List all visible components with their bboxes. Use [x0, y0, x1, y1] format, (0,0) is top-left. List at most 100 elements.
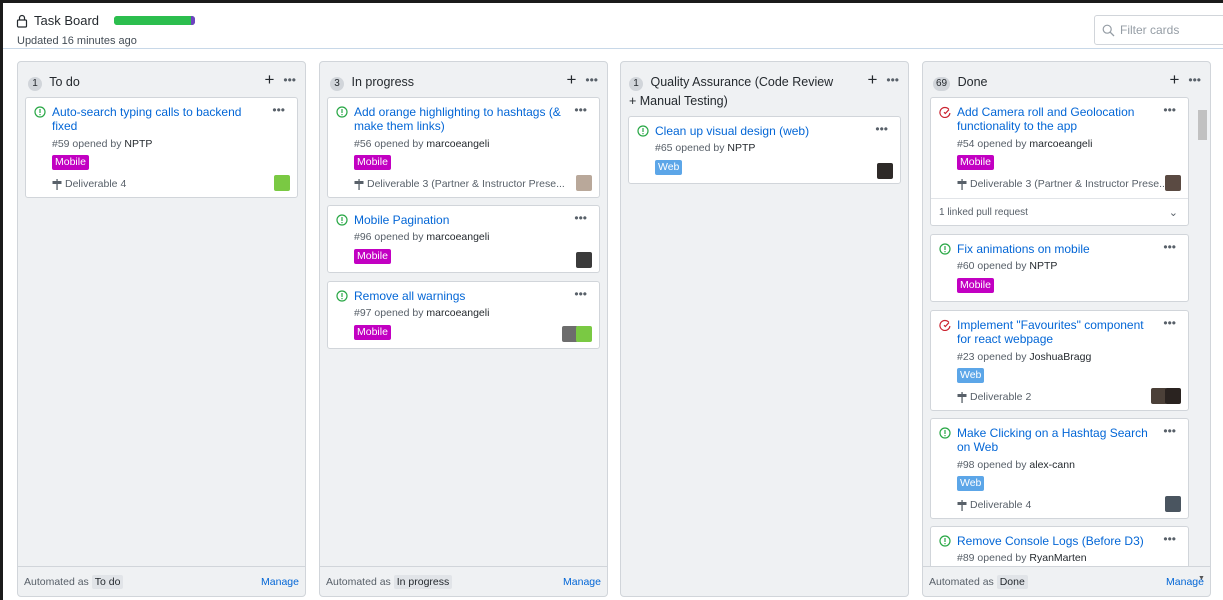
author[interactable]: marcoeangeli	[1029, 138, 1092, 150]
card-title[interactable]: Remove Console Logs (Before D3)	[957, 534, 1156, 548]
author[interactable]: NPTP	[1029, 260, 1057, 272]
issue-card[interactable]: Remove Console Logs (Before D3) ••• #89 …	[930, 526, 1189, 566]
progress-in-progress-fill	[191, 16, 196, 25]
board-title[interactable]: Task Board	[34, 13, 99, 28]
manage-automation-link[interactable]: Manage	[563, 576, 601, 588]
author[interactable]: JoshuaBragg	[1029, 351, 1091, 363]
label-web[interactable]: Web	[957, 476, 985, 491]
author[interactable]: marcoeangeli	[426, 231, 489, 243]
label-web[interactable]: Web	[655, 160, 683, 175]
card-menu-icon[interactable]: •••	[1163, 424, 1176, 438]
column-count: 3	[330, 77, 344, 91]
author[interactable]: alex-cann	[1029, 459, 1075, 471]
updated-timestamp: Updated 16 minutes ago	[17, 35, 137, 47]
manage-automation-link[interactable]: Manage	[261, 576, 299, 588]
card-title[interactable]: Remove all warnings	[354, 289, 567, 303]
card-menu-icon[interactable]: •••	[875, 122, 888, 136]
issue-open-icon	[336, 106, 348, 118]
issue-card[interactable]: Clean up visual design (web) ••• #65 ope…	[628, 116, 901, 184]
card-menu-icon[interactable]: •••	[574, 103, 587, 117]
scrollbar-thumb[interactable]	[1198, 110, 1207, 140]
milestone[interactable]: Deliverable 3 (Partner & Instructor Pres…	[354, 178, 565, 190]
card-menu-icon[interactable]: •••	[1163, 316, 1176, 330]
avatar[interactable]	[1165, 175, 1181, 191]
author[interactable]: NPTP	[727, 142, 755, 154]
automation-tag: To do	[91, 574, 124, 589]
card-title[interactable]: Add orange highlighting to hashtags (& m…	[354, 105, 567, 133]
card-menu-icon[interactable]: •••	[272, 103, 285, 117]
label-mobile[interactable]: Mobile	[957, 278, 994, 293]
issue-card[interactable]: Add orange highlighting to hashtags (& m…	[327, 97, 600, 198]
avatar[interactable]	[1165, 496, 1181, 512]
avatar[interactable]	[576, 326, 592, 342]
label-mobile[interactable]: Mobile	[957, 155, 994, 170]
label-mobile[interactable]: Mobile	[354, 155, 391, 170]
card-title[interactable]: Add Camera roll and Geolocation function…	[957, 105, 1156, 133]
card-meta: #98 opened by alex-cann	[957, 459, 1075, 471]
column-name: In progress	[351, 75, 415, 89]
column-title: 1 Quality Assurance (Code Review + Manua…	[629, 73, 898, 111]
milestone[interactable]: Deliverable 4	[957, 499, 1031, 511]
milestone-name: Deliverable 4	[65, 178, 127, 190]
author[interactable]: NPTP	[124, 138, 152, 150]
column-card-list[interactable]: Add Camera roll and Geolocation function…	[923, 62, 1196, 566]
card-title[interactable]: Mobile Pagination	[354, 213, 567, 227]
linked-pull-request[interactable]: 1 linked pull request ⌄	[931, 198, 1188, 226]
avatar[interactable]	[1165, 388, 1181, 404]
issue-open-icon	[939, 535, 951, 547]
label-web[interactable]: Web	[957, 368, 985, 383]
card-menu-icon[interactable]: •••	[1163, 240, 1176, 254]
milestone[interactable]: Deliverable 2	[957, 391, 1031, 403]
issue-open-icon	[637, 125, 649, 137]
filter-cards[interactable]	[1094, 15, 1223, 45]
issue-card[interactable]: Implement "Favourites" component for rea…	[930, 310, 1189, 411]
card-menu-icon[interactable]: •••	[1163, 532, 1176, 546]
avatar[interactable]	[576, 175, 592, 191]
column-menu-icon[interactable]: •••	[283, 74, 296, 86]
card-title[interactable]: Make Clicking on a Hashtag Search on Web	[957, 426, 1156, 454]
author[interactable]: marcoeangeli	[426, 138, 489, 150]
avatar[interactable]	[576, 252, 592, 268]
author[interactable]: RyanMarten	[1029, 552, 1086, 564]
card-meta: #54 opened by marcoeangeli	[957, 138, 1092, 150]
issue-open-icon	[336, 290, 348, 302]
automation-prefix: Automated as	[326, 575, 391, 588]
card-title[interactable]: Fix animations on mobile	[957, 242, 1156, 256]
automation-tag: Done	[996, 574, 1028, 589]
filter-cards-input[interactable]	[1120, 23, 1220, 37]
card-meta: #59 opened by NPTP	[52, 138, 152, 150]
card-title[interactable]: Clean up visual design (web)	[655, 124, 868, 138]
column-name: To do	[49, 75, 80, 89]
issue-card[interactable]: Fix animations on mobile ••• #60 opened …	[930, 234, 1189, 302]
avatar[interactable]	[877, 163, 893, 179]
add-card-icon[interactable]: +	[264, 71, 274, 88]
card-menu-icon[interactable]: •••	[574, 211, 587, 225]
column-scrollbar[interactable]: ▼	[1196, 102, 1208, 582]
issue-card[interactable]: Make Clicking on a Hashtag Search on Web…	[930, 418, 1189, 519]
column-actions: + •••	[264, 71, 296, 88]
milestone[interactable]: Deliverable 3 (Partner & Instructor Pres…	[957, 178, 1168, 190]
chevron-down-icon[interactable]: ⌄	[1169, 206, 1178, 219]
avatar[interactable]	[274, 175, 290, 191]
column-menu-icon[interactable]: •••	[886, 74, 899, 86]
card-title[interactable]: Implement "Favourites" component for rea…	[957, 318, 1156, 346]
label-mobile[interactable]: Mobile	[52, 155, 89, 170]
issue-card[interactable]: Mobile Pagination ••• #96 opened by marc…	[327, 205, 600, 273]
column-actions: + •••	[566, 71, 598, 88]
manage-automation-link[interactable]: Manage	[1166, 576, 1204, 588]
author[interactable]: marcoeangeli	[426, 307, 489, 319]
issue-card[interactable]: Add Camera roll and Geolocation function…	[930, 97, 1189, 226]
card-title[interactable]: Auto-search typing calls to backend fixe…	[52, 105, 265, 133]
milestone-name: Deliverable 3 (Partner & Instructor Pres…	[367, 178, 565, 190]
issue-card[interactable]: Auto-search typing calls to backend fixe…	[25, 97, 298, 198]
milestone[interactable]: Deliverable 4	[52, 178, 126, 190]
card-menu-icon[interactable]: •••	[574, 287, 587, 301]
label-mobile[interactable]: Mobile	[354, 249, 391, 264]
add-card-icon[interactable]: +	[867, 71, 877, 88]
card-menu-icon[interactable]: •••	[1163, 103, 1176, 117]
add-card-icon[interactable]: +	[566, 71, 576, 88]
project-board: Task Board Updated 16 minutes ago 1 To d…	[3, 3, 1223, 600]
issue-card[interactable]: Remove all warnings ••• #97 opened by ma…	[327, 281, 600, 349]
label-mobile[interactable]: Mobile	[354, 325, 391, 340]
column-menu-icon[interactable]: •••	[585, 74, 598, 86]
